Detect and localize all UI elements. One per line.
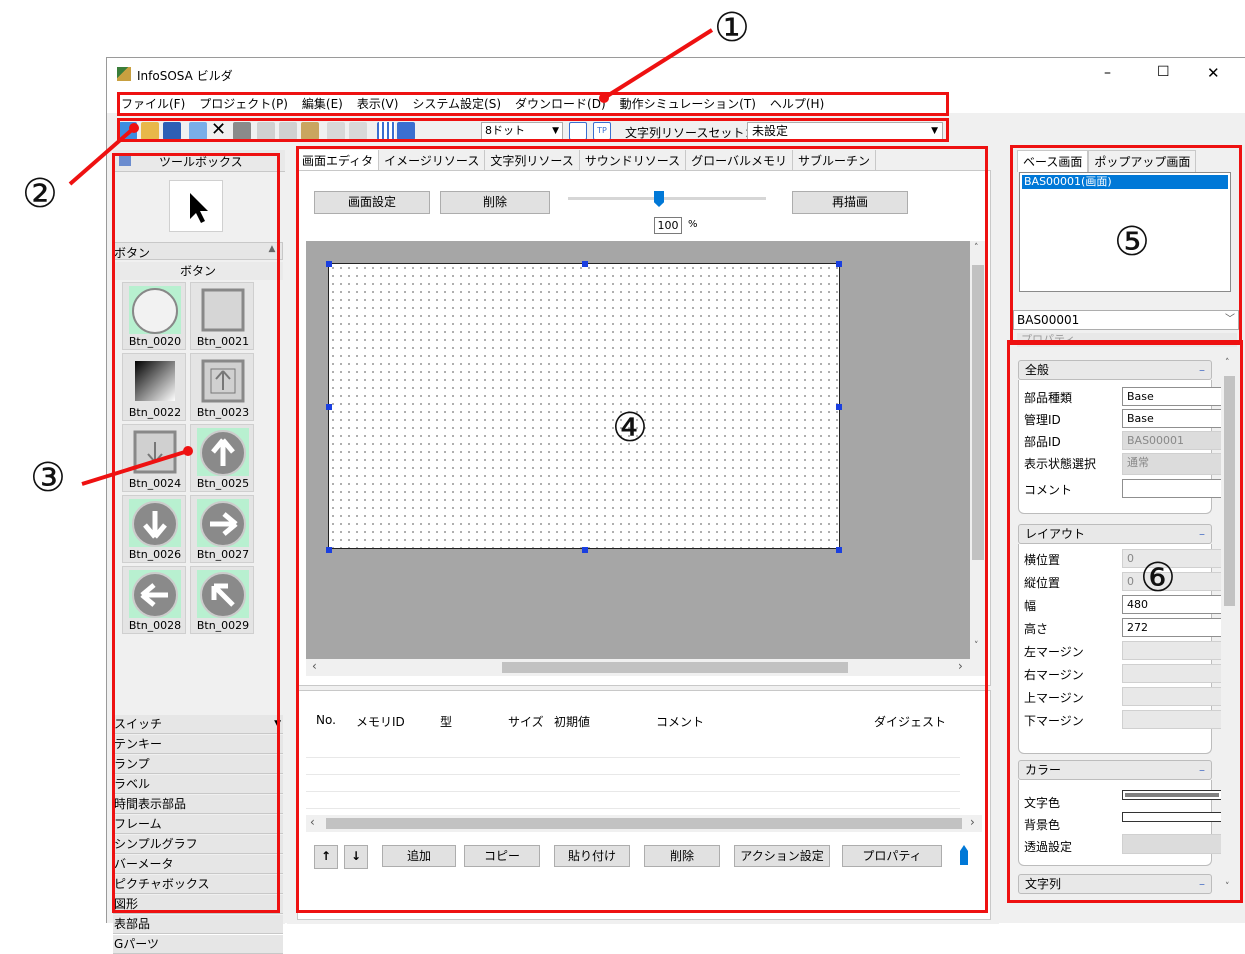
annotation-5: ⑤ [1114, 219, 1150, 265]
annotation-1: ① [714, 5, 750, 51]
annotation-4: ④ [612, 405, 648, 451]
annotation-3: ③ [30, 455, 66, 501]
annotation-2: ② [22, 171, 58, 217]
annotation-6: ⑥ [1140, 555, 1176, 601]
annotation-leader-lines [68, 28, 714, 486]
category-g-parts[interactable]: Gパーツ [113, 935, 283, 954]
